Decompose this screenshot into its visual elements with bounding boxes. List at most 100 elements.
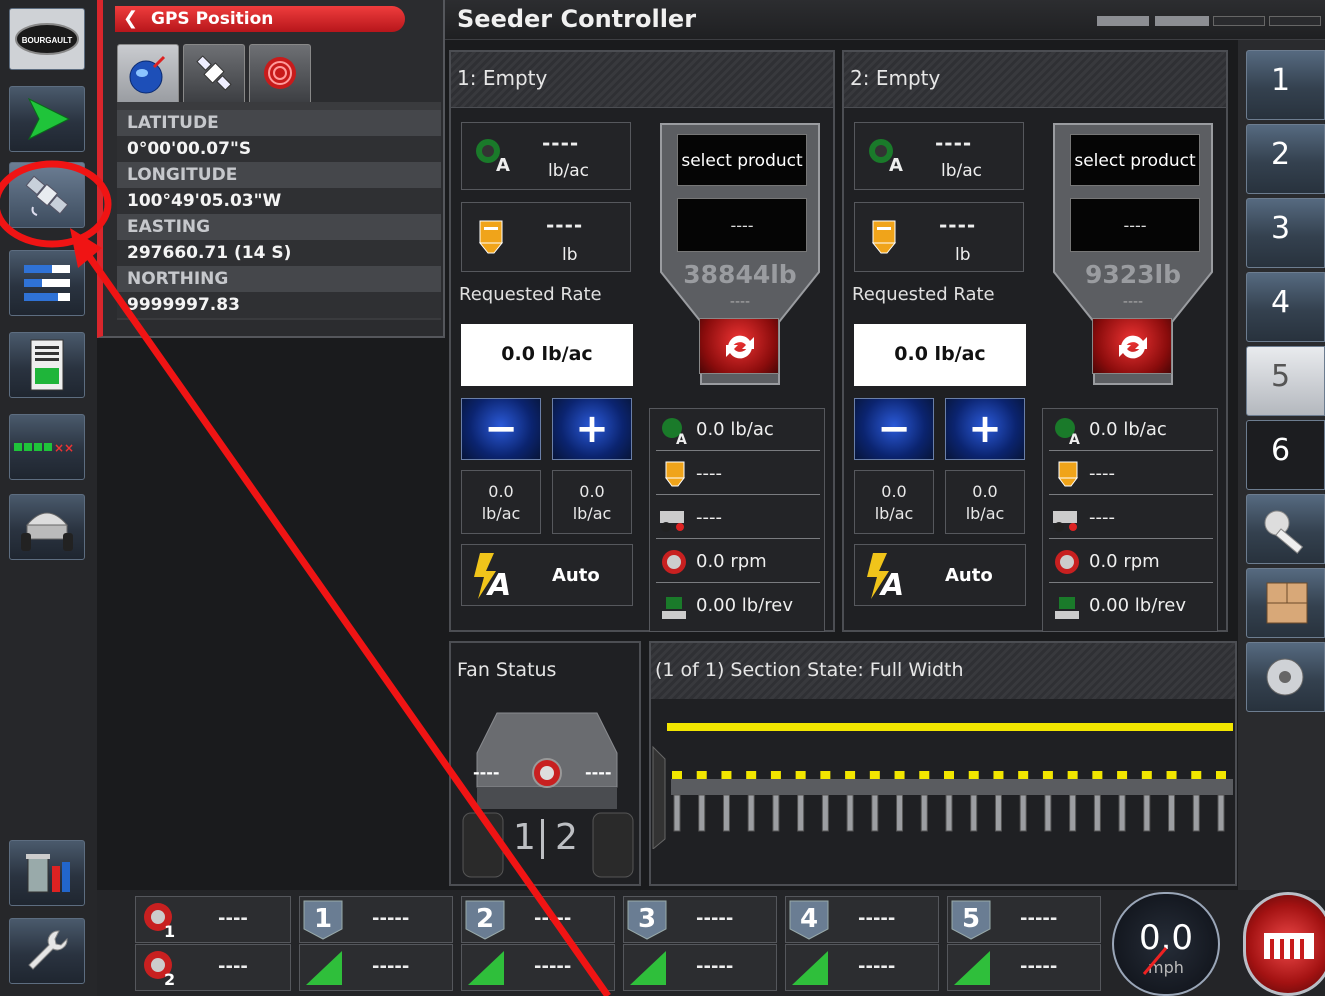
product-2-header[interactable]: 2: Empty [844, 52, 1226, 108]
gps-panel-title: GPS Position [151, 9, 274, 29]
tab-product-1[interactable]: 1 [1246, 50, 1325, 120]
product-2-prime-button[interactable] [1092, 318, 1172, 374]
area-value: ---- [696, 507, 722, 528]
meter-badge-icon: 5 [951, 900, 991, 940]
product-1-select-product-button[interactable]: select product [677, 134, 807, 186]
fan-status-title: Fan Status [457, 659, 557, 681]
gps-panel-header[interactable]: ❮ GPS Position [115, 6, 405, 32]
signal-rings-icon [264, 57, 296, 89]
product-2-select-product-button[interactable]: select product [1070, 134, 1200, 186]
full-width-section-bar [667, 723, 1233, 731]
tab-gps-position[interactable] [117, 44, 179, 102]
meter-badge-icon: 1 [303, 900, 343, 940]
product-1-increase-button[interactable]: + [552, 398, 632, 460]
refresh-icon [726, 335, 754, 359]
product-2-requested-rate-input[interactable]: 0.0 lb/ac [854, 324, 1026, 386]
product-1-decrease-button[interactable]: − [461, 398, 541, 460]
product-2-auto-button[interactable]: A Auto [854, 544, 1026, 606]
settings-button[interactable] [9, 918, 85, 984]
seeder-implement-button[interactable] [9, 494, 85, 560]
svg-text:A: A [676, 432, 687, 445]
tab-product-2[interactable]: 2 [1246, 124, 1325, 194]
bourgault-logo-button[interactable]: BOURGAULT [9, 8, 85, 70]
product-2-decrement-step: 0.0 lb/ac [854, 470, 934, 534]
section-seed-marker [746, 771, 757, 779]
decrement-unit: lb/ac [481, 504, 521, 523]
seeder-opener-shank [1192, 794, 1200, 832]
data-transfer-button[interactable] [9, 840, 85, 906]
section-seed-marker [1018, 771, 1029, 779]
product-2-decrease-button[interactable]: − [854, 398, 934, 460]
tab-product-4[interactable]: 4 [1246, 272, 1325, 342]
section-state-panel[interactable]: (1 of 1) Section State: Full Width [649, 641, 1237, 886]
seeder-opener-shank [722, 794, 730, 832]
bottom-fan-1-cell[interactable]: 1 ---- [135, 896, 291, 943]
meter-5-bottom-cell[interactable]: ----- [947, 944, 1101, 991]
meter-4-top-cell[interactable]: 4 ----- [785, 896, 939, 943]
meter-badge-icon: 3 [627, 900, 667, 940]
product-1-header[interactable]: 1: Empty [451, 52, 833, 108]
tab-signal-status[interactable] [249, 44, 311, 102]
product-1-prime-button[interactable] [699, 318, 779, 374]
tab-product-5[interactable]: 5 [1246, 346, 1325, 416]
meter-4-bottom-cell[interactable]: ----- [785, 944, 939, 991]
section-control-button[interactable]: ×× [9, 414, 85, 480]
meter-bottom-value: ----- [858, 956, 896, 977]
tab-fan[interactable] [1246, 642, 1325, 712]
product-1-auto-button[interactable]: A Auto [461, 544, 633, 606]
satellite-position-icon [196, 55, 232, 91]
title-bar: Seeder Controller [445, 0, 1325, 40]
tab-layout[interactable] [1246, 568, 1325, 638]
seeder-opener-shank [896, 794, 904, 832]
seeder-openers-diagram [652, 745, 1233, 849]
gear-wrench-icon [1264, 510, 1304, 554]
meter-2-top-cell[interactable]: 2 ----- [461, 896, 615, 943]
bottom-fan-2-cell[interactable]: 2 ---- [135, 944, 291, 991]
tab-product-3[interactable]: 3 [1246, 198, 1325, 268]
tab-product-6[interactable]: 6 [1246, 420, 1325, 490]
seeder-opener-shank [673, 794, 681, 832]
tab-number: 4 [1271, 285, 1291, 320]
product-1-area-row: ---- [656, 497, 820, 539]
product-2-tank-row: ---- [1049, 453, 1213, 495]
product-2-requested-rate-label: Requested Rate [852, 284, 995, 305]
play-triangle-icon [27, 97, 71, 141]
fan-status-panel[interactable]: Fan Status 1 2 ---- ---- [449, 641, 641, 886]
tab-settings-tools[interactable] [1246, 494, 1325, 564]
svg-text:A: A [496, 155, 510, 175]
product-2-increase-button[interactable]: + [945, 398, 1025, 460]
meter-5-top-cell[interactable]: 5 ----- [947, 896, 1101, 943]
product-1-hopper-display: ---- [677, 198, 807, 252]
meter-bottom-value: ----- [534, 956, 572, 977]
meter-1-top-cell[interactable]: 1 ----- [299, 896, 453, 943]
air-cart-fan-icon: 1 2 [462, 712, 634, 878]
guidance-button[interactable] [9, 86, 85, 152]
section-seed-marker [696, 771, 707, 779]
seeder-report-button[interactable] [9, 332, 85, 398]
status-segment [1269, 16, 1321, 26]
tab-number: 1 [1271, 63, 1291, 98]
gps-position-button[interactable] [9, 162, 85, 228]
master-switch-button[interactable] [1243, 892, 1325, 996]
section-bars-button[interactable] [9, 250, 85, 316]
meter-2-bottom-cell[interactable]: ----- [461, 944, 615, 991]
product-2-application-rate: A ---- lb/ac [854, 122, 1024, 190]
product-1-qty-value: ---- [546, 213, 584, 237]
svg-text:××: ×× [54, 441, 74, 455]
meter-bottom-value: ----- [372, 956, 410, 977]
section-seed-marker [820, 771, 831, 779]
meter-3-bottom-cell[interactable]: ----- [623, 944, 777, 991]
seeder-controller-app: BOURGAULT ×× ❮ GPS Position LATITUDE 0°0… [0, 0, 1325, 996]
meter-1-bottom-cell[interactable]: ----- [299, 944, 453, 991]
meter-3-top-cell[interactable]: 3 ----- [623, 896, 777, 943]
area-value: ---- [1089, 507, 1115, 528]
product-1-requested-rate-input[interactable]: 0.0 lb/ac [461, 324, 633, 386]
section-seed-marker [944, 771, 954, 779]
product-1-requested-rate-label: Requested Rate [459, 284, 602, 305]
back-chevron-icon[interactable]: ❮ [123, 6, 138, 32]
northing-value: 9999997.83 [117, 292, 441, 318]
tab-satellite-position[interactable] [183, 44, 245, 102]
seeder-opener-shank [1217, 794, 1225, 832]
section-seed-marker [1067, 771, 1078, 779]
page-title: Seeder Controller [457, 5, 697, 33]
